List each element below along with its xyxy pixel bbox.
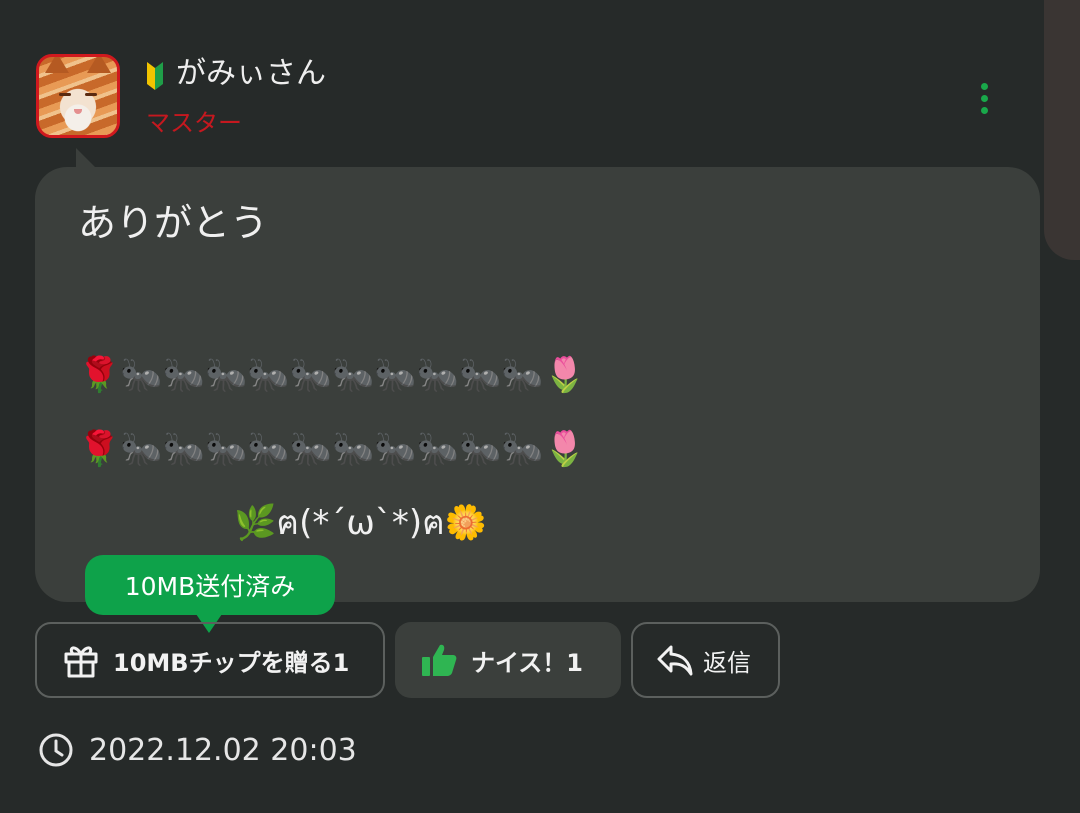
post-detail: がみぃさん マスター ありがとう 🌹🐜🐜🐜🐜🐜🐜🐜🐜🐜🐜🌷 🌹🐜🐜🐜🐜🐜🐜🐜🐜🐜…	[0, 0, 1080, 813]
more-vertical-icon[interactable]	[968, 76, 1000, 120]
adjacent-panel-edge	[1044, 0, 1080, 260]
thumbs-up-icon	[422, 644, 457, 676]
user-name[interactable]: がみぃさん	[176, 54, 326, 94]
reply-button[interactable]: 返信	[631, 622, 780, 698]
gift-icon	[64, 646, 98, 678]
nice-button[interactable]: ナイス！1	[395, 622, 621, 698]
user-rank: マスター	[146, 109, 242, 137]
send-tip-button[interactable]: 10MBチップを贈る1	[35, 622, 385, 698]
post-timestamp: 2022.12.02 20:03	[89, 733, 357, 768]
beginner-mark-icon	[147, 62, 163, 90]
reply-arrow-icon	[657, 645, 693, 676]
clock-icon	[39, 733, 73, 767]
message-line: 🌿ฅ(*´ω`*)ฅ🌼	[234, 503, 488, 543]
nice-label: ナイス！1	[471, 648, 583, 677]
send-tip-label: 10MBチップを贈る1	[113, 648, 350, 677]
message-line: 🌹🐜🐜🐜🐜🐜🐜🐜🐜🐜🐜🌷	[78, 355, 587, 395]
user-avatar[interactable]	[36, 54, 120, 138]
message-line: 🌹🐜🐜🐜🐜🐜🐜🐜🐜🐜🐜🌷	[78, 429, 587, 469]
message-line: ありがとう	[78, 201, 269, 245]
tip-sent-tooltip: 10MB送付済み	[85, 555, 335, 615]
reply-label: 返信	[703, 648, 751, 677]
